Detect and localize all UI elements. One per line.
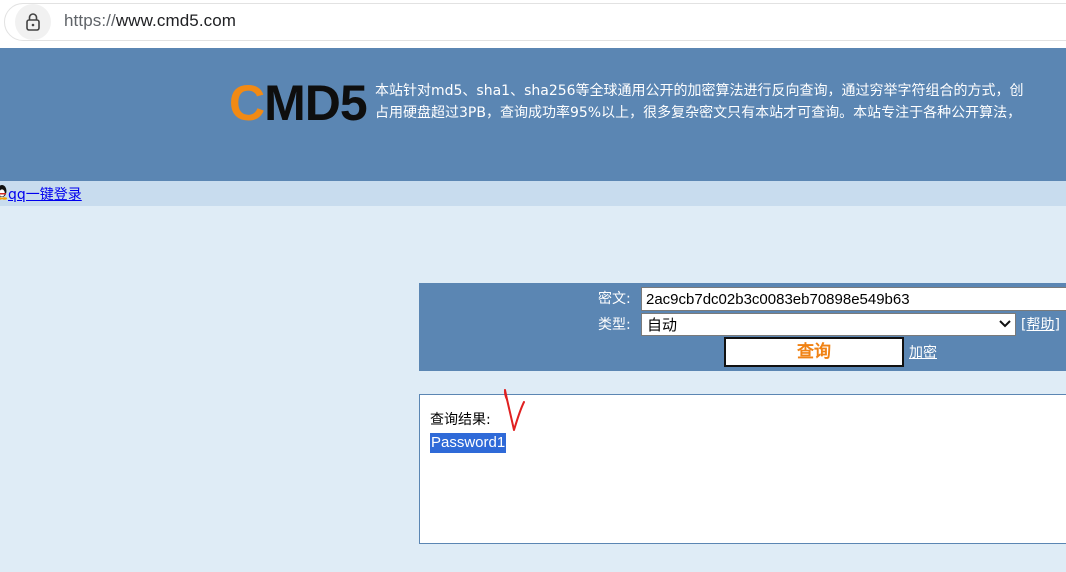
type-select[interactable]: 自动 [641, 313, 1016, 336]
logo-letter-c: C [229, 75, 265, 131]
encrypt-link[interactable]: 加密 [909, 344, 937, 362]
result-label: 查询结果: [430, 412, 491, 428]
intro-line-2: 占用硬盘超过3PB，查询成功率95%以上，很多复杂密文只有本站才可查询。本站专注… [375, 105, 1022, 121]
url-scheme: https:// [64, 11, 116, 30]
logo-letters-md5: MD5 [264, 75, 368, 131]
cipher-input[interactable] [641, 287, 1066, 311]
result-value[interactable]: Password1 [430, 433, 507, 453]
site-logo[interactable]: CMD5 [229, 75, 368, 131]
chevron-down-icon [999, 320, 1011, 328]
intro-line-1: 本站针对md5、sha1、sha256等全球通用公开的加密算法进行反向查询，通过… [375, 83, 1024, 99]
url-text[interactable]: https://www.cmd5.com [64, 11, 236, 31]
browser-address-bar: https://www.cmd5.com [0, 0, 1066, 46]
type-label: 类型: [598, 317, 631, 333]
red-annotation-mark [504, 389, 525, 431]
qq-penguin-icon [0, 185, 8, 200]
query-button[interactable]: 查询 [724, 337, 904, 367]
help-link[interactable]: [帮助] [1021, 316, 1060, 334]
site-intro: 本站针对md5、sha1、sha256等全球通用公开的加密算法进行反向查询，通过… [375, 80, 1066, 124]
cipher-label: 密文: [598, 291, 631, 307]
site-info-button[interactable] [15, 4, 51, 40]
type-select-value: 自动 [647, 316, 678, 334]
url-host: www.cmd5.com [115, 11, 237, 30]
qq-login-link[interactable]: qq一键登录 [8, 186, 82, 204]
login-bar [0, 181, 1066, 206]
lock-icon [26, 13, 40, 31]
